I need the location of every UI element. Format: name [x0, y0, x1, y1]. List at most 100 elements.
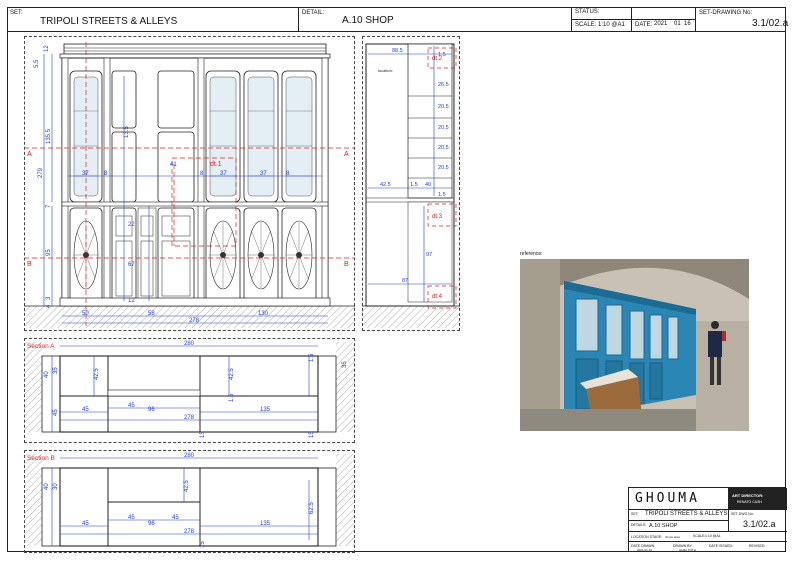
section-a-dim-4: 1.5 [309, 353, 315, 362]
detail-tag-dt4: dt.4 [432, 294, 443, 300]
side-top-dim: 88.5 [392, 48, 403, 54]
detail-tag-dt2: dt.2 [432, 56, 443, 62]
tb-set-dwg-label: SET-DWG No: [731, 512, 754, 516]
section-b-dim-0: 40 [44, 483, 50, 490]
art-director-value: RENATO CASH [737, 500, 762, 504]
tb-scale-label: SCALE: [693, 534, 706, 538]
section-b-dim-8: 278 [184, 529, 195, 535]
section-marker-b-right: B [344, 261, 349, 268]
section-b-drawing: 280 40 30 42.5 45 96 45 45 135 278 62.5 … [24, 453, 355, 548]
section-b-dim-3: 45 [82, 521, 89, 527]
dim-left-7: 4 [46, 304, 52, 308]
date-label: DATE: [635, 22, 653, 28]
section-a-dim-13: 35 [342, 361, 348, 368]
dim-left-5: 95 [46, 249, 52, 256]
side-dim-right-6: 1.5 [438, 192, 446, 198]
dim-center-1: 41 [170, 162, 177, 168]
dim-bottom-3: 278 [189, 318, 200, 324]
ghouma-logo: GHOUMA [635, 491, 700, 506]
dim-center-2: 22 [128, 222, 135, 228]
section-b-dim-9: 62.5 [309, 502, 315, 514]
tb-drawn-by-value: ALMA TOTH [679, 548, 696, 552]
section-a-top-dim: 280 [184, 341, 195, 347]
dim-left-4: 7 [46, 204, 52, 208]
section-b-dim-6: 45 [172, 515, 179, 521]
front-elevation-drawing: 5.5 12 135.5 279 7 95 3 4 13.5 41 22 67 … [24, 42, 355, 328]
date-month: 01 [674, 21, 681, 27]
section-a-dim-10: 278 [184, 415, 195, 421]
dim-left-2: 135.5 [46, 128, 52, 144]
section-b-dim-2: 42.5 [184, 480, 190, 492]
dim-bottom-0: 50 [82, 311, 89, 317]
logo-cell: GHOUMA [629, 488, 729, 510]
section-b-top-dim: 280 [184, 453, 195, 459]
dim-row-3: 37 [220, 171, 227, 177]
dim-row-4: 37 [260, 171, 267, 177]
tb-scale-value: 1:10 @A1 [705, 534, 721, 538]
status-label: STATUS: [575, 9, 600, 15]
header-bar: SET: TRIPOLI STREETS & ALLEYS DETAIL: A.… [7, 7, 789, 32]
section-b-dim-5: 45 [128, 515, 135, 521]
section-a-dim-8: 96 [148, 407, 155, 413]
section-a-dim-12: 15 [309, 431, 315, 438]
section-a-dim-2: 42.5 [94, 368, 100, 380]
dim-center-4: 12 [128, 298, 135, 304]
set-value: TRIPOLI STREETS & ALLEYS [40, 16, 178, 27]
tb-revised-label: REVISED: [749, 544, 766, 548]
date-day: 16 [684, 21, 691, 27]
side-dim-right-4: 20.5 [438, 145, 449, 151]
section-b-dim-4: 96 [148, 521, 155, 527]
set-drawing-cell: SET-DRAWING No: 3.1/02.a [696, 7, 789, 32]
tb-set-value: TRIPOLI STREETS & ALLEYS [645, 511, 728, 517]
tb-date-drawn-value: 2021.01.16 [637, 548, 653, 552]
side-location-label: location: [378, 68, 393, 73]
tb-details-label: DETAILS: [631, 523, 647, 527]
dim-left-3: 279 [38, 167, 44, 178]
set-cell: SET: TRIPOLI STREETS & ALLEYS [7, 7, 299, 32]
reference-photo [520, 259, 749, 431]
tb-set-dwg-value: 3.1/02.a [743, 519, 776, 529]
section-a-dim-0: 40 [44, 371, 50, 378]
section-a-title: Section A [27, 343, 55, 350]
tb-set-label: SET: [631, 512, 639, 516]
section-b-dim-10: 15 [200, 541, 206, 548]
side-dim-misc-3: 97 [426, 252, 432, 258]
section-marker-a-right: A [344, 151, 349, 158]
detail-cell: DETAIL: A.10 SHOP [299, 7, 572, 32]
dim-bottom-1: 58 [148, 311, 155, 317]
set-label: SET: [10, 10, 23, 16]
side-dim-right-5: 20.5 [438, 165, 449, 171]
section-b-dim-7: 135 [260, 521, 271, 527]
section-b-title: Section B [27, 455, 55, 462]
side-dim-right-1: 26.5 [438, 82, 449, 88]
section-a-dim-3: 42.5 [229, 368, 235, 380]
side-dim-misc-0: 42.5 [380, 182, 391, 188]
side-dim-misc-2: 40 [425, 182, 431, 188]
reference-label: reference: [520, 251, 543, 257]
detail-tag-dt1: dt.1 [210, 161, 222, 168]
side-dim-right-3: 20.5 [438, 125, 449, 131]
dim-left-6: 3 [46, 296, 52, 300]
section-a-dim-11: 15 [200, 431, 206, 438]
dim-center-3: 67 [128, 262, 135, 268]
section-a-dim-1: 35 [53, 367, 59, 374]
section-a-dim-5: 1.5 [229, 393, 235, 402]
section-a-dim-9: 135 [260, 407, 271, 413]
section-marker-a-left: A [27, 151, 32, 158]
dim-bottom-2: 130 [258, 311, 269, 317]
side-dim-misc-1: 1.5 [410, 182, 418, 188]
set-drawing-label: SET-DRAWING No: [699, 10, 753, 16]
tb-location-value: shops area [665, 535, 680, 539]
tb-location-label: LOCATION STAGE: [631, 535, 663, 539]
set-drawing-value: 3.1/02.a [752, 18, 789, 29]
date-year: 2021 [654, 21, 668, 27]
art-director-label: ART DIRECTOR: [732, 493, 764, 498]
section-a-dim-7: 45 [128, 403, 135, 409]
detail-label: DETAIL: [302, 10, 325, 16]
section-a-dim-14: 45 [53, 409, 59, 416]
side-dim-right-2: 20.5 [438, 104, 449, 110]
dim-center-0: 13.5 [124, 126, 130, 138]
tb-date-issued-label: DATE ISSUED: [709, 544, 734, 548]
art-director-cell: ART DIRECTOR: RENATO CASH [729, 488, 787, 510]
detail-value: A.10 SHOP [342, 15, 394, 26]
